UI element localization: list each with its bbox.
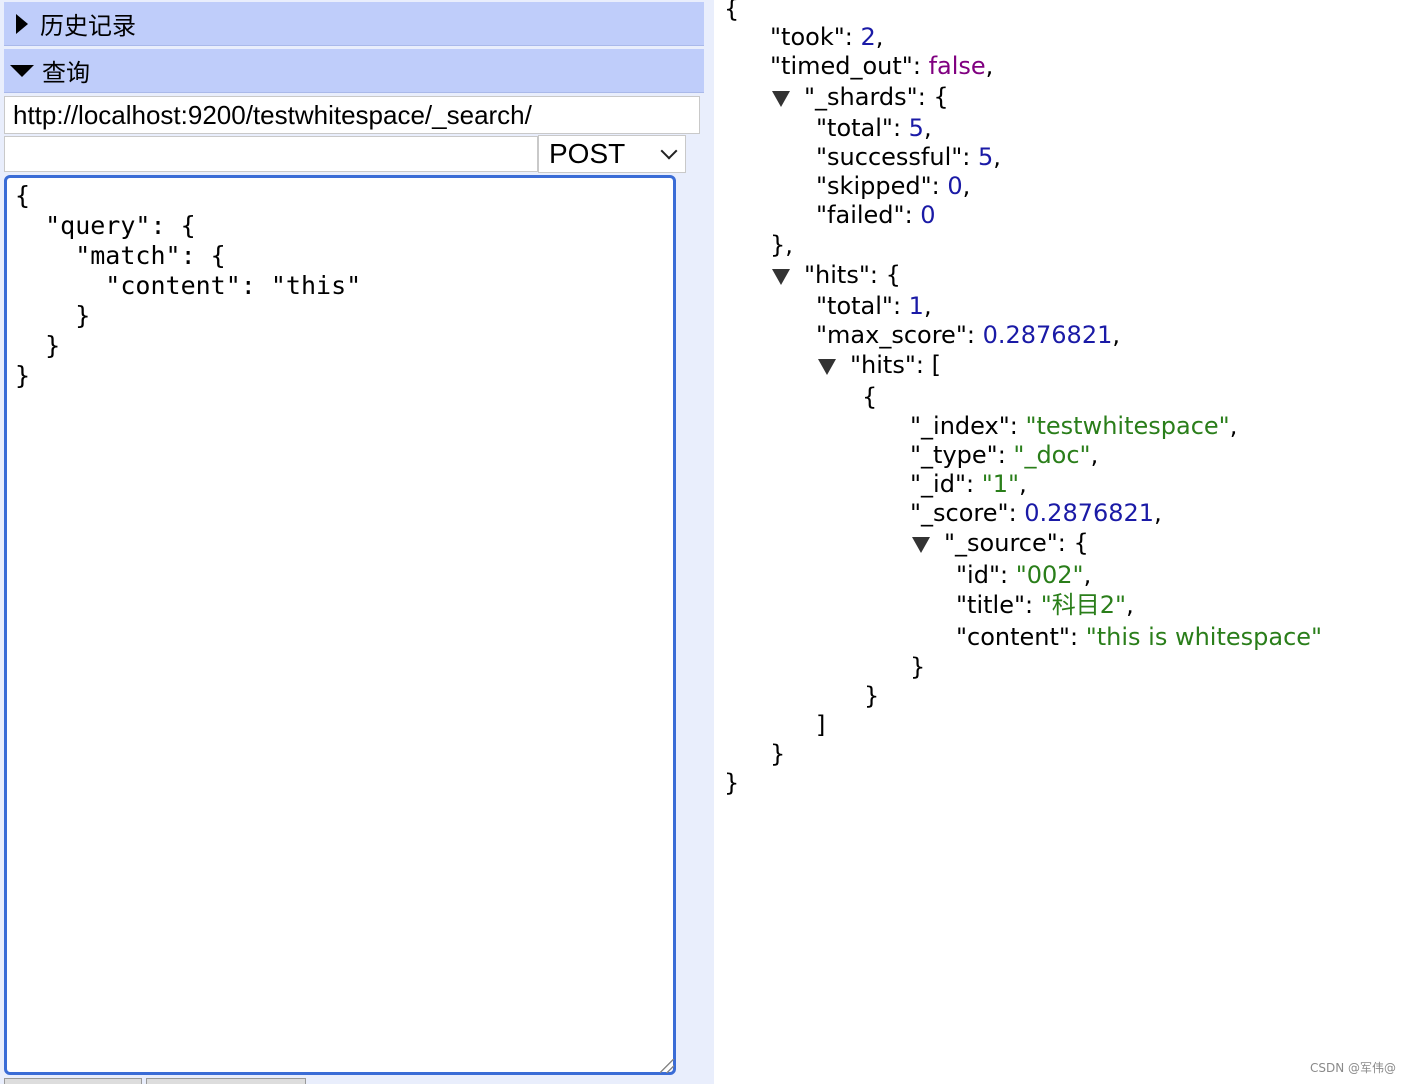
collapse-hits-array-icon[interactable] bbox=[818, 359, 836, 375]
json-line-source-id: "id": "002", bbox=[956, 561, 1092, 589]
history-section-header[interactable]: 历史记录 bbox=[4, 2, 704, 46]
response-json-view: { "took": 2, "timed_out": false, "_shard… bbox=[714, 0, 1410, 1084]
json-hits-array-close: ] bbox=[816, 711, 826, 739]
json-line-shards-total: "total": 5, bbox=[816, 114, 932, 142]
json-hit-close: } bbox=[864, 682, 880, 710]
method-select[interactable]: POST bbox=[538, 135, 686, 173]
json-shards-close: }, bbox=[770, 231, 793, 259]
history-title: 历史记录 bbox=[40, 12, 136, 40]
app-root: 历史记录 查询 POST { "query": { "match": { "co… bbox=[0, 0, 1410, 1084]
expanded-arrow-icon bbox=[10, 64, 34, 77]
json-close-brace: } bbox=[724, 769, 740, 797]
query-title: 查询 bbox=[42, 59, 90, 87]
json-line-hits[interactable]: "hits": { bbox=[772, 260, 901, 290]
path-input[interactable] bbox=[4, 136, 538, 172]
json-line-source-content: "content": "this is whitespace" bbox=[956, 623, 1323, 651]
json-line-took: "took": 2, bbox=[770, 23, 884, 51]
request-body-editor[interactable]: { "query": { "match": { "content": "this… bbox=[4, 175, 676, 1075]
resize-handle[interactable] bbox=[660, 1059, 674, 1073]
json-hit-open-brace: { bbox=[862, 383, 878, 411]
json-line-source[interactable]: "_source": { bbox=[912, 528, 1089, 558]
timed-out-value: false bbox=[928, 52, 986, 80]
json-hits-close: } bbox=[770, 740, 786, 768]
json-line-type: "_type": "_doc", bbox=[910, 441, 1099, 469]
json-line-id: "_id": "1", bbox=[910, 470, 1027, 498]
json-line-shards-successful: "successful": 5, bbox=[816, 143, 1001, 171]
took-value: 2 bbox=[860, 23, 876, 51]
json-line-index: "_index": "testwhitespace", bbox=[910, 412, 1238, 440]
json-line-hits-total: "total": 1, bbox=[816, 292, 932, 320]
collapse-shards-icon[interactable] bbox=[772, 91, 790, 107]
bottom-button-1[interactable] bbox=[4, 1078, 142, 1084]
collapsed-arrow-icon bbox=[16, 13, 28, 34]
json-line-shards-failed: "failed": 0 bbox=[816, 201, 936, 229]
json-line-max-score: "max_score": 0.2876821, bbox=[816, 321, 1121, 349]
json-source-close: } bbox=[910, 653, 926, 681]
bottom-button-2[interactable] bbox=[146, 1078, 306, 1084]
method-value: POST bbox=[549, 138, 626, 169]
chevron-down-icon bbox=[660, 142, 678, 160]
collapse-hits-icon[interactable] bbox=[772, 269, 790, 285]
request-panel: 历史记录 查询 POST { "query": { "match": { "co… bbox=[0, 0, 714, 1084]
bottom-button-row bbox=[4, 1078, 306, 1084]
json-open-brace: { bbox=[724, 0, 740, 23]
json-line-shards-skipped: "skipped": 0, bbox=[816, 172, 971, 200]
json-line-hits-array[interactable]: "hits": [ bbox=[818, 350, 941, 380]
collapse-source-icon[interactable] bbox=[912, 537, 930, 553]
json-line-score: "_score": 0.2876821, bbox=[910, 499, 1162, 527]
json-line-source-title: "title": "科目2", bbox=[956, 591, 1134, 619]
json-line-timed-out: "timed_out": false, bbox=[770, 52, 994, 80]
json-line-shards[interactable]: "_shards": { bbox=[772, 82, 949, 112]
query-section-header[interactable]: 查询 bbox=[4, 49, 704, 93]
footer-credit: CSDN @军伟@ bbox=[1309, 1061, 1396, 1075]
url-input[interactable] bbox=[4, 96, 700, 134]
